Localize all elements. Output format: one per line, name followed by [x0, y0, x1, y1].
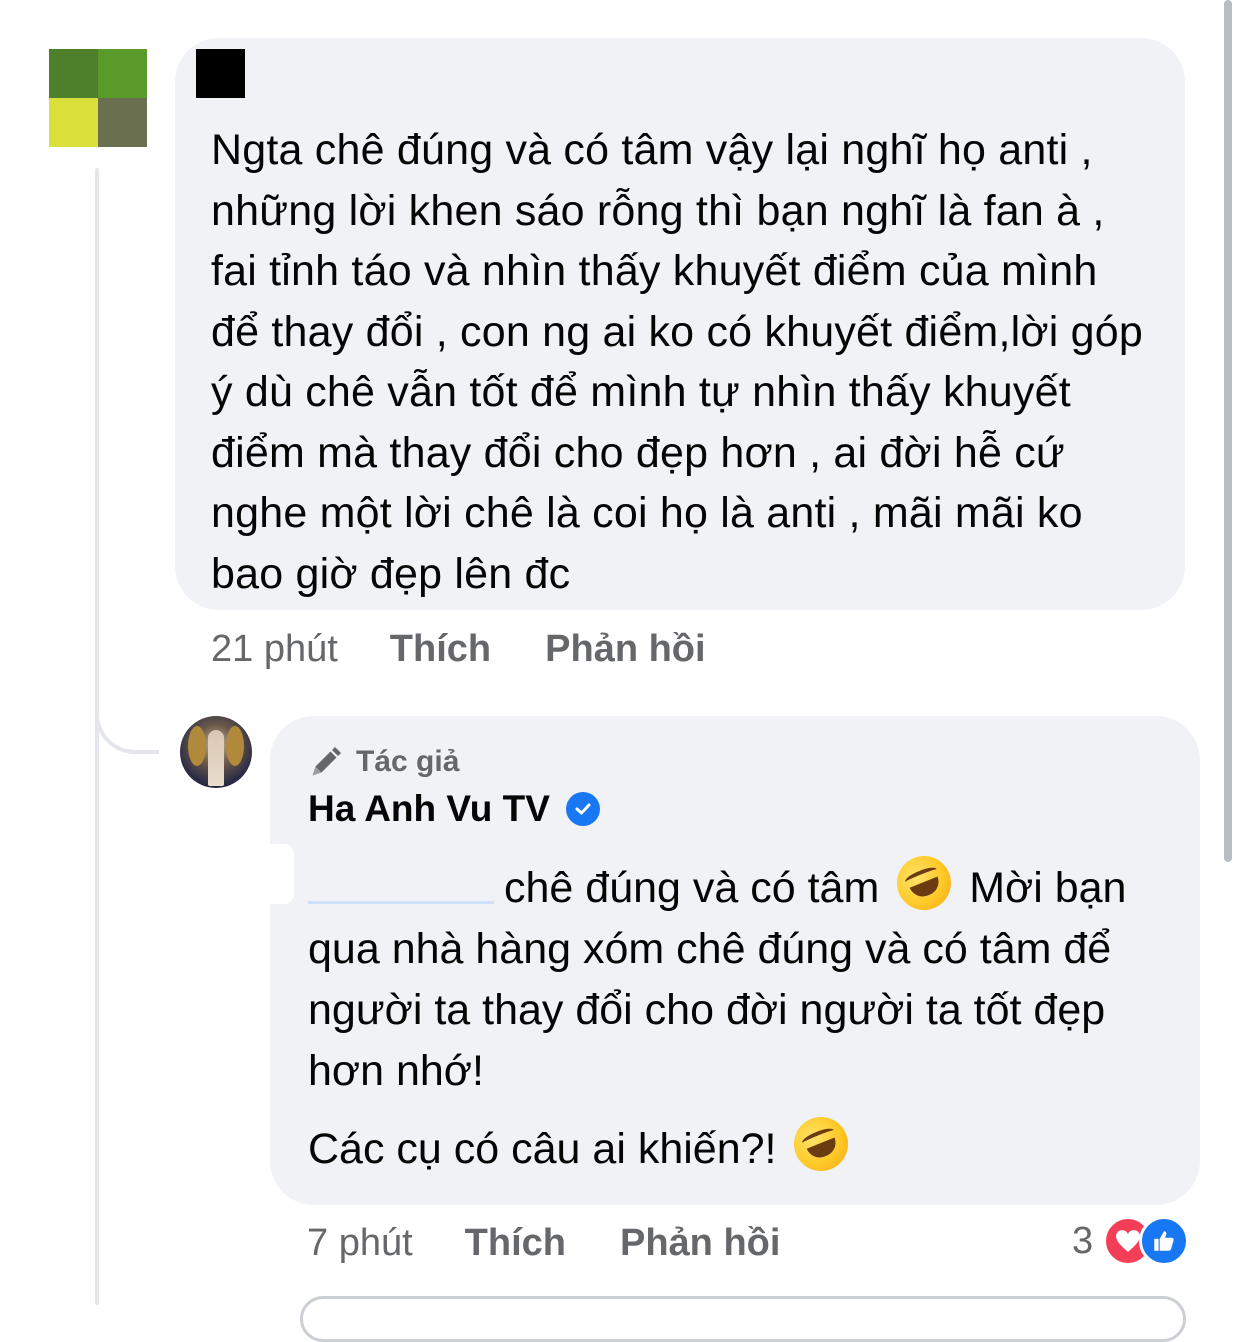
rolling-on-floor-laughing-icon — [889, 847, 960, 919]
thread-connector-line — [95, 168, 99, 1305]
avatar-detail — [208, 730, 224, 786]
reaction-summary[interactable]: 3 — [1072, 1216, 1190, 1266]
author-avatar[interactable] — [180, 716, 252, 788]
avatar-pixel — [98, 98, 147, 147]
reply-button[interactable]: Phản hồi — [545, 628, 705, 671]
reaction-count[interactable]: 3 — [1072, 1220, 1093, 1263]
scrollbar[interactable] — [1224, 0, 1232, 862]
thread-reply-elbow — [95, 620, 159, 754]
reply-button[interactable]: Phản hồi — [620, 1222, 780, 1265]
author-badge: Tác giả — [308, 744, 459, 780]
mention-redacted[interactable] — [308, 870, 494, 911]
pen-icon — [312, 747, 341, 776]
next-comment-edge — [300, 1296, 1186, 1342]
like-button[interactable]: Thích — [390, 628, 491, 671]
reply-text-part: Các cụ có câu ai khiến?! — [308, 1125, 777, 1173]
like-button[interactable]: Thích — [465, 1222, 566, 1265]
reply-bubble: Tác giả Ha Anh Vu TV chê đúng và có tâm … — [270, 716, 1200, 1205]
comment-text: Ngta chê đúng và có tâm vậy lại nghĩ họ … — [211, 126, 1143, 598]
comment-timestamp[interactable]: 21 phút — [211, 628, 338, 671]
avatar-detail — [188, 726, 206, 766]
avatar-pixel — [98, 49, 147, 98]
reply-timestamp[interactable]: 7 phút — [307, 1222, 413, 1265]
mention-mask — [270, 844, 294, 904]
commenter-name-redacted — [196, 49, 245, 98]
reply-actions: 7 phút Thích Phản hồi — [307, 1218, 780, 1268]
author-name-label[interactable]: Ha Anh Vu TV — [308, 788, 550, 830]
commenter-avatar[interactable] — [49, 49, 147, 147]
comment-bubble: Ngta chê đúng và có tâm vậy lại nghĩ họ … — [175, 38, 1185, 610]
avatar-pixel — [49, 49, 98, 98]
thumbs-up-icon — [1139, 1216, 1190, 1266]
author-badge-label: Tác giả — [356, 745, 460, 778]
avatar-detail — [226, 726, 244, 766]
rolling-on-floor-laughing-icon — [786, 1108, 857, 1180]
verified-badge-icon — [565, 792, 600, 826]
reply-text-part: chê đúng và có tâm — [504, 864, 880, 912]
avatar-pixel — [49, 98, 98, 147]
comment-actions: 21 phút Thích Phản hồi — [211, 624, 706, 674]
reply-text: chê đúng và có tâm Mời bạn qua nhà hàng … — [308, 847, 1170, 1180]
author-name[interactable]: Ha Anh Vu TV — [308, 788, 600, 830]
